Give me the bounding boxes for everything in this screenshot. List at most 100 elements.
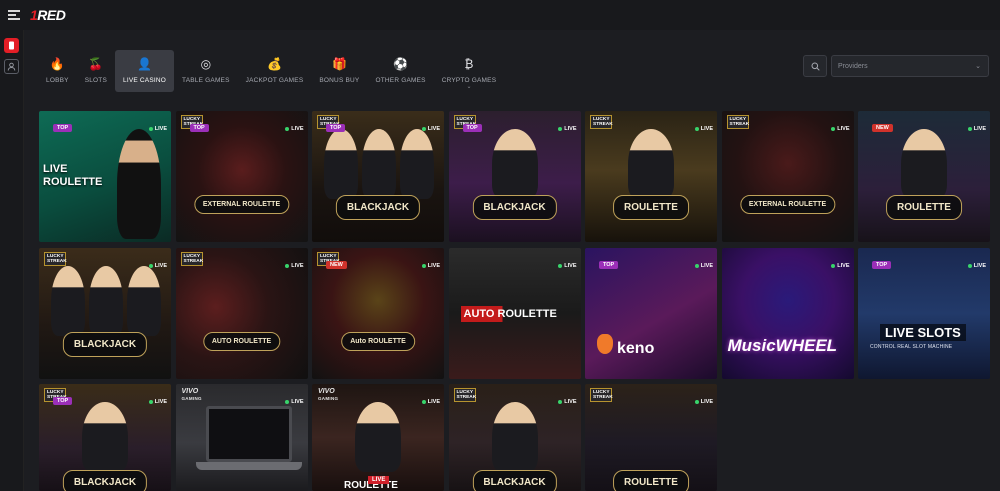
live-indicator: LIVE xyxy=(967,263,986,269)
live-indicator: LIVE xyxy=(558,399,577,405)
vivo-gaming-logo: VIVO GAMING xyxy=(182,388,202,402)
dealer-figure xyxy=(89,265,123,336)
crypto-coins-icon: ₿ xyxy=(464,57,474,71)
live-text: LIVE xyxy=(427,126,440,132)
game-title: MusicWHEEL xyxy=(727,335,838,355)
live-indicator: LIVE xyxy=(421,263,440,269)
game-tile[interactable]: LUCKY STREAK LIVE AUTO ROULETTE xyxy=(175,247,308,379)
vivo-gaming-logo: VIVO GAMING xyxy=(318,388,338,402)
live-text: LIVE xyxy=(973,126,986,132)
menu-icon[interactable] xyxy=(8,10,20,20)
streak-text: STREAK xyxy=(183,258,204,264)
nav-item-lobby[interactable]: 🔥 LOBBY xyxy=(38,50,77,92)
game-tile[interactable]: LUCKY STREAK LIVE BLACKJACK xyxy=(39,247,171,379)
game-title: LIVE SLOTS xyxy=(880,323,966,341)
providers-dropdown[interactable]: Providers ⌄ xyxy=(831,55,989,77)
game-title: ROULETTE xyxy=(613,195,689,220)
user-icon xyxy=(7,62,16,71)
casino-rail-button[interactable] xyxy=(4,38,19,53)
game-tile[interactable]: LUCKY STREAK LIVE ROULETTE xyxy=(585,111,717,242)
vivo-text: VIVO xyxy=(181,388,199,395)
lucky-text: LUCKY xyxy=(47,253,64,259)
dealer-figure xyxy=(491,402,538,472)
live-dot-icon xyxy=(558,127,563,131)
live-text: LIVE xyxy=(291,399,304,405)
top-badge: TOP xyxy=(189,124,209,132)
game-tile[interactable]: LUCKYSTREAKTOPLIVEEXTERNAL ROULETTE xyxy=(175,111,308,242)
top-badge: TOP xyxy=(462,124,482,132)
live-dot-icon xyxy=(558,400,563,404)
lucky-streak-logo: LUCKYSTREAK xyxy=(453,388,476,402)
roulette-wheel xyxy=(186,266,298,336)
nav-label: JACKPOT GAMES xyxy=(245,77,304,84)
live-indicator: LIVE xyxy=(285,262,304,269)
live-indicator: LIVE xyxy=(285,126,304,132)
nav-item-table-games[interactable]: ◎ TABLE GAMES xyxy=(174,50,238,92)
live-text: LIVE xyxy=(837,126,850,132)
search-button[interactable] xyxy=(803,55,827,77)
live-dot-icon xyxy=(831,263,836,268)
game-tile[interactable]: LUCKYSTREAKTOPLIVEBLACKJACK xyxy=(448,111,581,242)
game-title: BLACKJACK xyxy=(472,470,557,491)
game-tile[interactable]: LUCKYSTREAKNEWLIVEAuto ROULETTE xyxy=(312,247,444,379)
game-tile[interactable]: TOP LIVE keno xyxy=(585,247,717,379)
profile-rail-button[interactable] xyxy=(4,59,19,74)
live-dot-icon xyxy=(694,400,699,404)
game-tile[interactable]: NEW LIVE ROULETTE xyxy=(858,111,990,242)
live-indicator: LIVE xyxy=(831,263,850,269)
dealer-figure xyxy=(324,129,358,199)
dealer-figure xyxy=(82,402,128,472)
nav-label: BONUS BUY xyxy=(319,77,360,84)
nav-label: CRYPTO GAMES xyxy=(441,77,497,84)
game-tile[interactable]: LUCKY STREAK LIVE BLACKJACK xyxy=(448,384,581,491)
live-text: LIVE xyxy=(291,262,304,269)
new-badge: NEW xyxy=(872,124,893,132)
game-tile[interactable]: VIVO GAMING LIVE xyxy=(175,384,308,491)
music-wheel xyxy=(756,266,820,330)
game-tile[interactable]: LUCKYSTREAKTOPLIVEBLACKJACK xyxy=(39,384,171,491)
game-tile[interactable]: VIVO GAMING LIVE ROULETTE LIVE xyxy=(312,384,444,491)
lucky-text: LUCKY xyxy=(320,253,337,259)
game-tile[interactable]: LIVE MusicWHEEL xyxy=(721,247,854,379)
top-badge: TOP xyxy=(53,124,73,132)
game-tile[interactable]: TOP LIVE LIVE ROULETTE xyxy=(39,111,171,242)
nav-item-jackpot-games[interactable]: 💰 JACKPOT GAMES xyxy=(238,50,312,92)
dealer-figure xyxy=(491,129,538,199)
live-indicator: LIVE xyxy=(694,399,713,405)
live-indicator: LIVE xyxy=(558,263,577,269)
chips-icon: ◎ xyxy=(200,57,212,71)
game-title: ROULETTE xyxy=(886,195,962,220)
top-badge: TOP xyxy=(53,397,73,405)
nav-item-slots[interactable]: 🍒 SLOTS xyxy=(77,50,115,92)
dealer-figure xyxy=(117,129,161,239)
game-tile[interactable]: LUCKY STREAK LIVE ROULETTE xyxy=(585,384,717,491)
game-tile[interactable]: TOP LIVE LIVE SLOTS CONTROL REAL SLOT MACHI… xyxy=(858,247,990,379)
game-tile[interactable]: LUCKY STREAK LIVE EXTERNAL ROULETTE xyxy=(721,111,854,242)
live-text: LIVE xyxy=(154,399,167,405)
nav-item-bonus-buy[interactable]: 🎁 BONUS BUY xyxy=(311,50,367,92)
live-dot-icon xyxy=(148,127,153,131)
live-dot-icon xyxy=(421,400,426,404)
live-indicator: LIVE xyxy=(421,399,440,405)
nav-item-live-casino[interactable]: 👤 LIVE CASINO xyxy=(115,50,175,92)
nav-item-other-games[interactable]: ⚽ OTHER GAMES xyxy=(367,50,433,92)
nav-label: LOBBY xyxy=(46,77,69,84)
game-tile[interactable]: LIVE AUTO ROULETTE xyxy=(448,247,581,379)
live-dot-icon xyxy=(558,263,563,268)
logo[interactable]: 1RED xyxy=(30,7,66,23)
lucky-text: LUCKY xyxy=(183,253,201,259)
live-text: LIVE xyxy=(564,399,577,405)
soccer-ball-icon: ⚽ xyxy=(393,57,409,71)
lucky-streak-logo: LUCKYSTREAK xyxy=(726,115,749,129)
live-indicator: LIVE xyxy=(694,263,713,269)
new-badge: NEW xyxy=(326,260,347,269)
live-text: LIVE xyxy=(700,126,713,132)
nav-label: SLOTS xyxy=(84,77,107,84)
dealer-figure xyxy=(127,265,161,336)
logo-word: RED xyxy=(37,7,66,23)
chevron-down-icon[interactable]: ⌄ xyxy=(466,84,471,90)
game-tile[interactable]: LUCKYSTREAKTOPLIVEBLACKJACK xyxy=(312,111,444,242)
nav-item-crypto-games[interactable]: ₿ CRYPTO GAMES ⌄ xyxy=(434,50,505,92)
game-title: BLACKJACK xyxy=(472,195,557,220)
top-badge: TOP xyxy=(326,124,346,132)
